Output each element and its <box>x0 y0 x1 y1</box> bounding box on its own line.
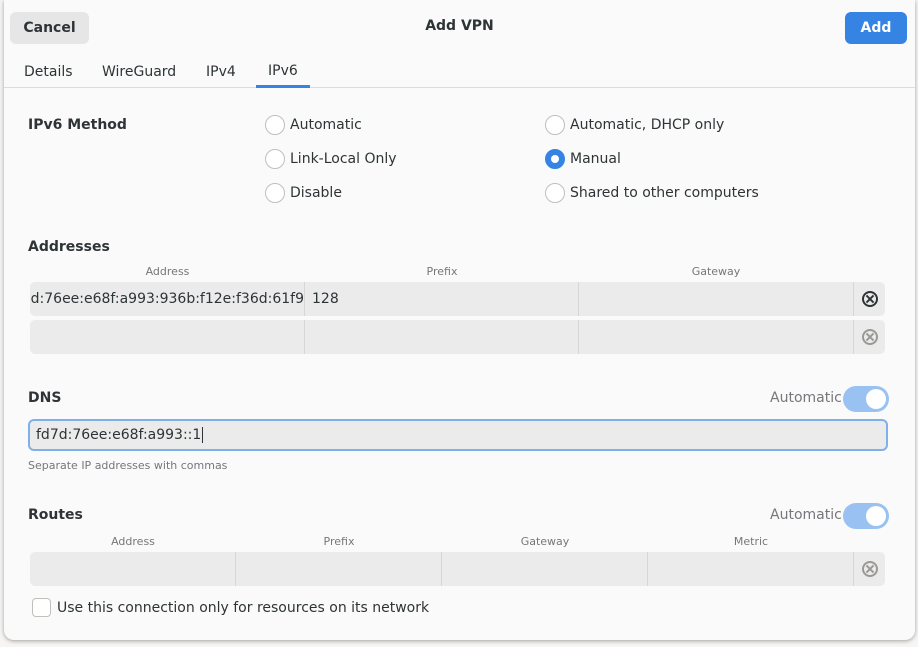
route-row <box>30 552 885 586</box>
radio-label: Link-Local Only <box>290 151 397 167</box>
only-resources-checkbox[interactable] <box>32 598 51 617</box>
radio-label: Disable <box>290 185 342 201</box>
radio-button[interactable] <box>545 115 565 135</box>
prefix-field[interactable]: 128 <box>305 282 579 316</box>
tab-ipv4[interactable]: IPv4 <box>194 56 248 88</box>
gateway-field[interactable] <box>579 320 853 354</box>
radio-button-checked[interactable] <box>545 149 565 169</box>
only-resources-label: Use this connection only for resources o… <box>57 599 430 616</box>
address-row <box>30 320 885 354</box>
route-gateway-field[interactable] <box>442 552 648 586</box>
column-header-gateway: Gateway <box>520 535 570 548</box>
ipv6-page: IPv6 Method Automatic Automatic, DHCP on… <box>4 89 915 640</box>
dns-automatic-switch[interactable] <box>843 386 889 412</box>
switch-knob <box>866 506 886 526</box>
dns-label: DNS <box>28 390 62 406</box>
radio-button[interactable] <box>265 149 285 169</box>
delete-icon <box>861 329 878 345</box>
radio-shared-to-other-computers[interactable]: Shared to other computers <box>545 182 759 204</box>
radio-button[interactable] <box>265 115 285 135</box>
radio-label: Automatic, DHCP only <box>570 117 725 133</box>
delete-route-button[interactable] <box>853 552 885 586</box>
gateway-field[interactable] <box>579 282 853 316</box>
column-header-address: Address <box>145 265 190 278</box>
delete-icon <box>861 291 878 307</box>
address-row: fd7d:76ee:e68f:a993:936b:f12e:f36d:61f9 … <box>30 282 885 316</box>
column-header-gateway: Gateway <box>691 265 741 278</box>
radio-automatic[interactable]: Automatic <box>265 114 362 136</box>
add-vpn-dialog: Cancel Add VPN Add Details WireGuard IPv… <box>4 0 915 640</box>
addresses-label: Addresses <box>28 239 110 255</box>
add-button[interactable]: Add <box>845 12 907 44</box>
radio-label: Shared to other computers <box>570 185 759 201</box>
column-header-address: Address <box>111 535 155 548</box>
header-bar: Cancel Add VPN Add <box>4 0 915 56</box>
column-header-metric: Metric <box>733 535 769 548</box>
dns-input[interactable]: fd7d:76ee:e68f:a993::1 <box>28 419 888 451</box>
radio-disable[interactable]: Disable <box>265 182 342 204</box>
radio-button[interactable] <box>545 183 565 203</box>
radio-button[interactable] <box>265 183 285 203</box>
tab-bar: Details WireGuard IPv4 IPv6 <box>4 56 915 88</box>
text-cursor <box>202 427 204 443</box>
radio-label: Manual <box>570 151 621 167</box>
prefix-field[interactable] <box>305 320 579 354</box>
route-metric-field[interactable] <box>648 552 853 586</box>
delete-address-button[interactable] <box>853 282 885 316</box>
dns-hint: Separate IP addresses with commas <box>28 459 228 472</box>
address-field[interactable]: fd7d:76ee:e68f:a993:936b:f12e:f36d:61f9 <box>30 282 305 316</box>
ipv6-method-label: IPv6 Method <box>28 117 127 133</box>
radio-link-local-only[interactable]: Link-Local Only <box>265 148 397 170</box>
radio-label: Automatic <box>290 117 362 133</box>
routes-automatic-label: Automatic <box>770 507 842 523</box>
routes-label: Routes <box>28 507 83 523</box>
tab-wireguard[interactable]: WireGuard <box>90 56 188 88</box>
dns-input-text: fd7d:76ee:e68f:a993::1 <box>36 427 202 443</box>
tab-ipv6[interactable]: IPv6 <box>256 56 310 88</box>
radio-automatic-dhcp-only[interactable]: Automatic, DHCP only <box>545 114 724 136</box>
address-field[interactable] <box>30 320 305 354</box>
only-resources-checkbox-row[interactable]: Use this connection only for resources o… <box>32 598 429 617</box>
dns-automatic-label: Automatic <box>770 390 842 406</box>
column-header-prefix: Prefix <box>426 265 458 278</box>
delete-address-button[interactable] <box>853 320 885 354</box>
dialog-title: Add VPN <box>425 18 494 34</box>
radio-manual[interactable]: Manual <box>545 148 621 170</box>
routes-automatic-switch[interactable] <box>843 503 889 529</box>
tab-details[interactable]: Details <box>12 56 85 88</box>
switch-knob <box>866 389 886 409</box>
route-prefix-field[interactable] <box>236 552 442 586</box>
column-header-prefix: Prefix <box>323 535 355 548</box>
route-address-field[interactable] <box>30 552 236 586</box>
delete-icon <box>861 561 878 577</box>
